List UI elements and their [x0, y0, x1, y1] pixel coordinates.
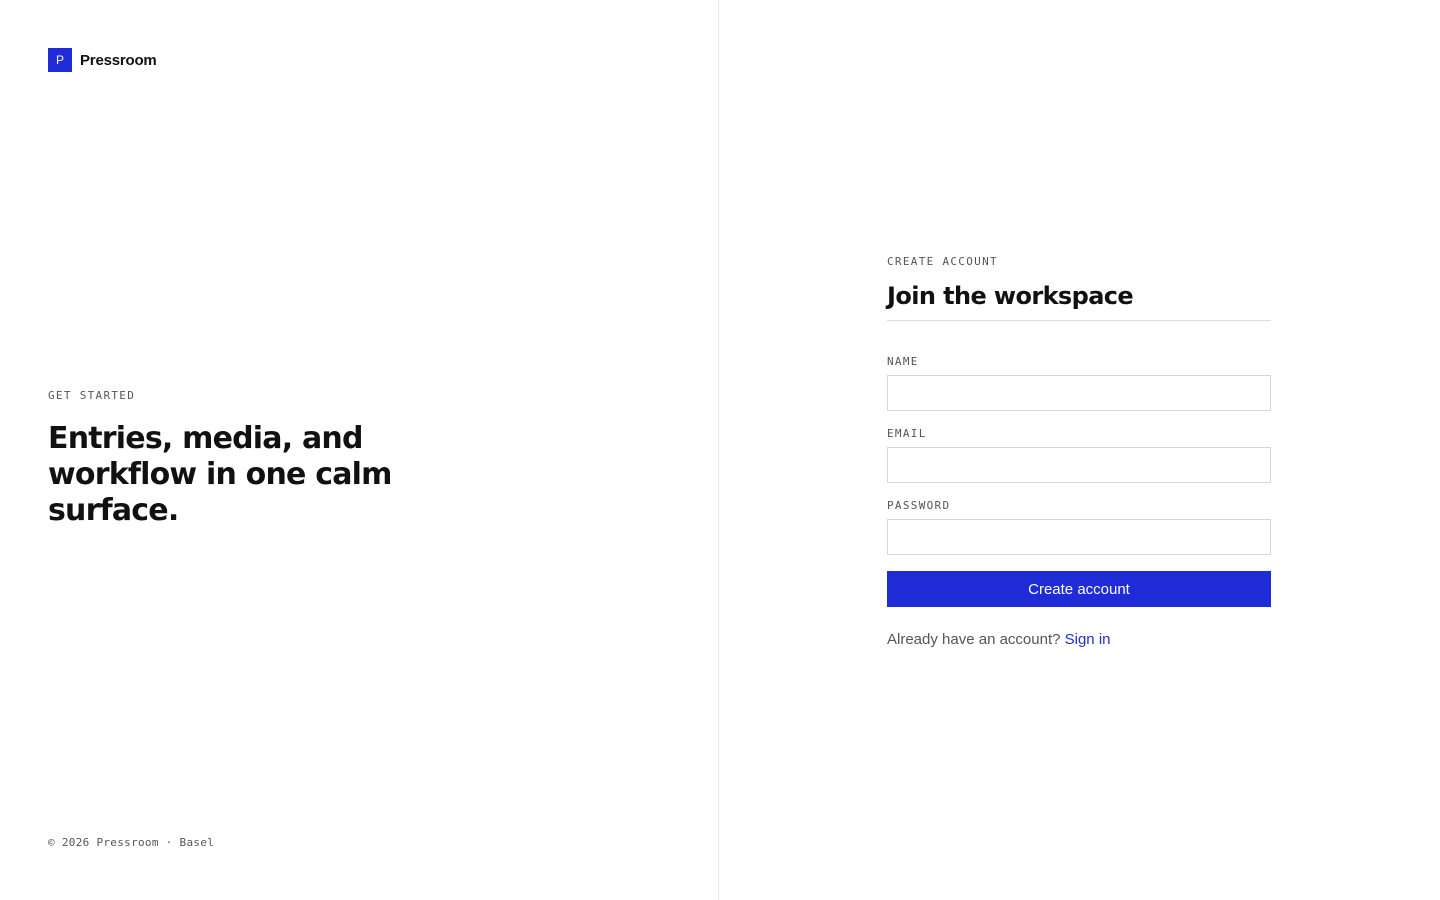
signin-prompt: Already have an account?	[887, 631, 1061, 648]
password-input[interactable]	[887, 519, 1271, 555]
email-field-group: EMAIL	[887, 427, 1271, 483]
brand-name: Pressroom	[80, 51, 157, 69]
password-label: PASSWORD	[887, 499, 951, 512]
name-label: NAME	[887, 355, 919, 368]
email-input[interactable]	[887, 447, 1271, 483]
password-field-group: PASSWORD	[887, 499, 1271, 555]
hero: GET STARTED Entries, media, and workflow…	[48, 389, 408, 529]
signup-page: P Pressroom GET STARTED Entries, media, …	[0, 0, 1440, 900]
signup-form: CREATE ACCOUNT Join the workspace NAME E…	[887, 255, 1271, 648]
hero-title: Entries, media, and workflow in one calm…	[48, 421, 392, 528]
create-account-button[interactable]: Create account	[887, 571, 1271, 607]
footer-copyright: © 2026 Pressroom · Basel	[48, 836, 215, 849]
name-input[interactable]	[887, 375, 1271, 411]
form-title: Join the workspace	[887, 282, 1271, 321]
brand[interactable]: P Pressroom	[48, 48, 157, 72]
signin-row: Already have an account? Sign in	[887, 631, 1271, 648]
intro-panel: P Pressroom GET STARTED Entries, media, …	[0, 0, 719, 900]
signin-link[interactable]: Sign in	[1065, 631, 1111, 648]
name-field-group: NAME	[887, 355, 1271, 411]
brand-logo-icon: P	[48, 48, 72, 72]
hero-eyebrow: GET STARTED	[48, 389, 136, 402]
form-panel: CREATE ACCOUNT Join the workspace NAME E…	[719, 0, 1440, 900]
email-label: EMAIL	[887, 427, 927, 440]
form-eyebrow: CREATE ACCOUNT	[887, 255, 998, 268]
